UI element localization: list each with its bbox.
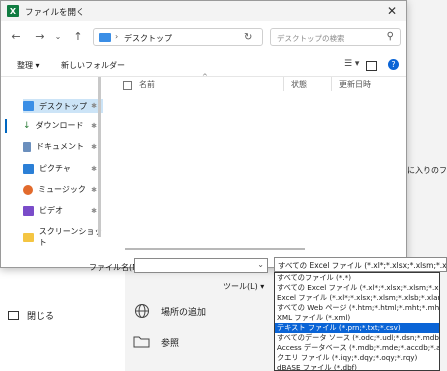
help-icon[interactable]: ?: [388, 59, 399, 70]
back-arrow-icon[interactable]: ←: [9, 29, 23, 43]
document-icon: [23, 141, 31, 152]
column-name[interactable]: 名前: [139, 79, 155, 90]
desktop-folder-icon: [99, 33, 111, 42]
video-icon: [23, 205, 34, 216]
file-type-select[interactable]: すべての Excel ファイル (*.xl*;*.xlsx;*.xlsm;*.x…: [274, 257, 447, 272]
file-type-dropdown-list: すべてのファイル (*.*) すべての Excel ファイル (*.xl*;*.…: [274, 272, 440, 371]
file-type-option[interactable]: すべてのファイル (*.*): [275, 273, 439, 283]
open-file-dialog: X ファイルを開く ✕ ← → ⌄ ↑ › デスクトップ ⌄ ↻ デスクトップの…: [0, 0, 407, 291]
close-item[interactable]: 閉じる: [8, 309, 54, 322]
file-type-option[interactable]: Excel ファイル (*.xl*;*.xlsx;*.xlsm;*.xlsb;*…: [275, 293, 439, 303]
browse-label: 参照: [161, 338, 180, 349]
nav-item-music[interactable]: ミュージック ✱: [23, 184, 103, 195]
nav-item-label: ミュージック: [38, 185, 86, 194]
pin-icon: ✱: [91, 142, 97, 151]
view-menu-icon[interactable]: ☰ ▾: [344, 59, 359, 69]
organize-button[interactable]: 整理 ▾: [17, 60, 40, 71]
dialog-titlebar: X ファイルを開く ✕: [1, 1, 406, 21]
excel-app-icon: X: [7, 5, 19, 17]
file-type-option[interactable]: クエリ ファイル (*.iqy;*.dqy;*.oqy;*.rqy): [275, 353, 439, 363]
preview-pane-icon[interactable]: [366, 61, 377, 71]
nav-item-label: デスクトップ: [39, 101, 87, 111]
download-icon: ↓: [23, 120, 31, 131]
filename-input[interactable]: ⌄: [134, 258, 268, 273]
tools-button[interactable]: ツール(L) ▾: [223, 281, 264, 292]
browse-item[interactable]: 参照: [133, 334, 179, 350]
file-type-option[interactable]: Access データベース (*.mdb;*.mde;*.accdb;*.acc…: [275, 343, 439, 353]
up-arrow-icon[interactable]: ↑: [71, 29, 85, 43]
column-divider: [283, 77, 284, 91]
picture-icon: [23, 163, 34, 174]
select-all-checkbox[interactable]: [123, 81, 132, 90]
file-type-option-selected[interactable]: テキスト ファイル (*.prn;*.txt;*.csv): [275, 323, 439, 333]
navigation-pane: デスクトップ ✱ ↓ ダウンロード ✱ ドキュメント ✱ ピクチャ ✱ ミュージ…: [1, 77, 105, 248]
nav-item-documents[interactable]: ドキュメント ✱: [23, 141, 103, 152]
globe-icon: [133, 303, 151, 319]
refresh-icon[interactable]: ↻: [244, 32, 252, 43]
search-icon: ⚲: [386, 31, 394, 42]
column-modified[interactable]: 更新日時: [339, 79, 371, 90]
nav-item-label: ビデオ: [39, 206, 63, 215]
pin-icon: ✱: [91, 121, 97, 130]
nav-pane-scrollbar[interactable]: [98, 77, 101, 237]
address-path: デスクトップ: [124, 34, 172, 43]
new-folder-button[interactable]: 新しいフォルダー: [61, 60, 125, 71]
folder-icon: [23, 232, 34, 242]
dialog-close-button[interactable]: ✕: [384, 3, 400, 19]
nav-item-screenshots[interactable]: スクリーンショット: [23, 226, 103, 248]
nav-item-label: ドキュメント: [36, 142, 84, 151]
column-divider: [331, 77, 332, 91]
search-box[interactable]: デスクトップの検索 ⚲: [270, 28, 401, 46]
file-list-hscrollbar[interactable]: [125, 248, 305, 250]
pin-icon: ✱: [91, 206, 97, 215]
nav-item-videos[interactable]: ビデオ ✱: [23, 205, 103, 216]
file-type-option[interactable]: dBASE ファイル (*.dbf): [275, 363, 439, 370]
pin-icon: ✱: [91, 102, 97, 110]
recent-chevron-icon[interactable]: ⌄: [51, 29, 65, 43]
nav-item-pictures[interactable]: ピクチャ ✱: [23, 163, 103, 174]
tools-chevron-icon: ▾: [260, 282, 265, 291]
path-separator-icon: ›: [115, 32, 119, 41]
pin-icon: ✱: [91, 164, 97, 173]
folder-open-icon: [133, 334, 151, 350]
dialog-title: ファイルを開く: [25, 8, 85, 18]
file-list-area: ^ 名前 状態 更新日時: [107, 73, 407, 245]
music-icon: [23, 184, 33, 195]
nav-item-downloads[interactable]: ↓ ダウンロード ✱: [23, 120, 103, 131]
file-type-option[interactable]: すべての Excel ファイル (*.xl*;*.xlsx;*.xlsm;*.x…: [275, 283, 439, 293]
navigation-row: ← → ⌄ ↑ › デスクトップ ⌄ ↻ デスクトップの検索 ⚲: [1, 25, 406, 51]
file-type-option[interactable]: すべてのデータ ソース (*.odc;*.udl;*.dsn;*.mdb;*.m…: [275, 333, 439, 343]
close-item-icon: [8, 311, 19, 320]
address-bar[interactable]: › デスクトップ ⌄: [93, 28, 321, 46]
search-placeholder: デスクトップの検索: [277, 34, 345, 43]
tools-label: ツール(L): [223, 282, 258, 291]
file-type-option[interactable]: XML ファイル (*.xml): [275, 313, 439, 323]
favorites-partial-text: に入りのファ: [407, 166, 447, 175]
nav-item-desktop[interactable]: デスクトップ ✱: [23, 99, 103, 113]
add-place-item[interactable]: 場所の追加: [133, 303, 206, 319]
column-status[interactable]: 状態: [291, 79, 307, 90]
close-item-label: 閉じる: [27, 312, 55, 322]
nav-item-label: ピクチャ: [39, 164, 71, 173]
filename-dropdown-icon[interactable]: ⌄: [257, 260, 264, 269]
file-type-option[interactable]: すべての Web ページ (*.htm;*.html;*.mht;*.mhtml…: [275, 303, 439, 313]
add-place-label: 場所の追加: [161, 307, 207, 318]
desktop-icon: [23, 101, 34, 111]
pin-icon: ✱: [91, 185, 97, 194]
sort-caret-icon: ^: [202, 73, 208, 81]
nav-item-label: スクリーンショット: [38, 227, 103, 247]
file-type-selected: すべての Excel ファイル (*.xl*;*.xlsx;*.xlsm;*.x…: [278, 261, 447, 270]
nav-item-label: ダウンロード: [35, 121, 84, 130]
forward-arrow-icon[interactable]: →: [33, 29, 47, 43]
